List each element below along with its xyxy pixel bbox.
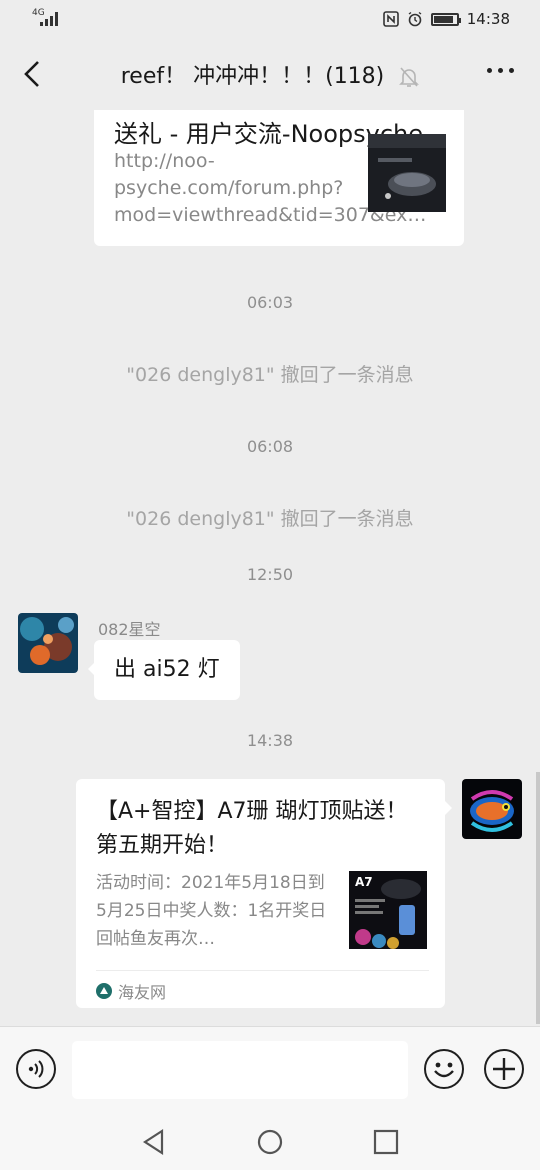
nav-recent-icon[interactable] [372,1128,400,1156]
timestamp: 14:38 [246,731,294,750]
alarm-icon [408,11,422,27]
nav-back-icon[interactable] [140,1128,168,1156]
voice-button[interactable] [16,1049,56,1089]
plus-icon [493,1058,515,1080]
link-card-a7[interactable]: 【A+智控】A7珊 瑚灯顶贴送！第五期开始！ 活动时间：2021年5月18日到5… [76,779,452,1008]
avatar-082-xingkong[interactable] [18,613,78,673]
link-card-thumbnail [368,134,446,212]
voice-icon [28,1060,44,1078]
system-navigation-bar [0,1114,540,1170]
status-time: 14:38 [466,10,510,28]
mute-bell-icon [399,67,420,87]
link-card-description: 活动时间：2021年5月18日到5月25日中奖人数：1名开奖日回帖鱼友再次… [96,873,327,949]
link-card-thumbnail: A7 [349,871,427,949]
more-functions-button[interactable] [484,1049,524,1089]
status-right: 14:38 [382,10,510,28]
link-card-description: http://noo-psyche.com/forum.php?mod=view… [114,150,427,226]
link-source: 海友网 [96,979,166,1003]
more-button[interactable] [487,68,514,73]
chat-header: reef！ 冲冲冲！！！(118) [0,38,540,110]
thumb-label: A7 [355,875,373,889]
link-source-name: 海友网 [118,983,167,1002]
more-icon [487,68,492,73]
timestamp: 06:08 [246,437,294,456]
card-divider [96,970,429,971]
link-card-title: 【A+智控】A7珊 瑚灯顶贴送！第五期开始！ [96,799,408,858]
message-bubble[interactable]: 出 ai52 灯 [88,640,240,700]
timestamp: 06:03 [246,293,294,312]
emoji-icon [434,1062,454,1078]
scroll-indicator[interactable] [536,772,540,1024]
chat-area[interactable]: 送礼 - 用户交流-Noopsyche http://noo-psyche.co… [0,110,540,1026]
sender-name: 082星空 [98,620,161,639]
nav-home-icon[interactable] [256,1128,284,1156]
mandarin-fish-avatar [462,779,522,839]
signal-icon [40,12,58,26]
avatar-self[interactable] [462,779,522,839]
message-input[interactable] [72,1041,408,1099]
nfc-icon [382,11,399,27]
emoji-button[interactable] [424,1049,464,1089]
status-bar: 4G 14:38 [0,0,540,38]
battery-icon [430,12,461,26]
recall-notice: "026 dengly81" 撤回了一条消息 [126,508,414,530]
input-bar [0,1026,540,1114]
timestamp: 12:50 [246,565,294,584]
chat-title-wrap: reef！ 冲冲冲！！！(118) [0,58,540,90]
chat-title: reef！ 冲冲冲！！！(118) [120,64,385,89]
haiyou-logo-icon [96,983,112,999]
recall-notice: "026 dengly81" 撤回了一条消息 [126,364,414,386]
link-card-noopsyche[interactable]: 送礼 - 用户交流-Noopsyche http://noo-psyche.co… [94,110,464,246]
device-image [368,134,446,212]
reef-avatar-image [18,613,78,673]
